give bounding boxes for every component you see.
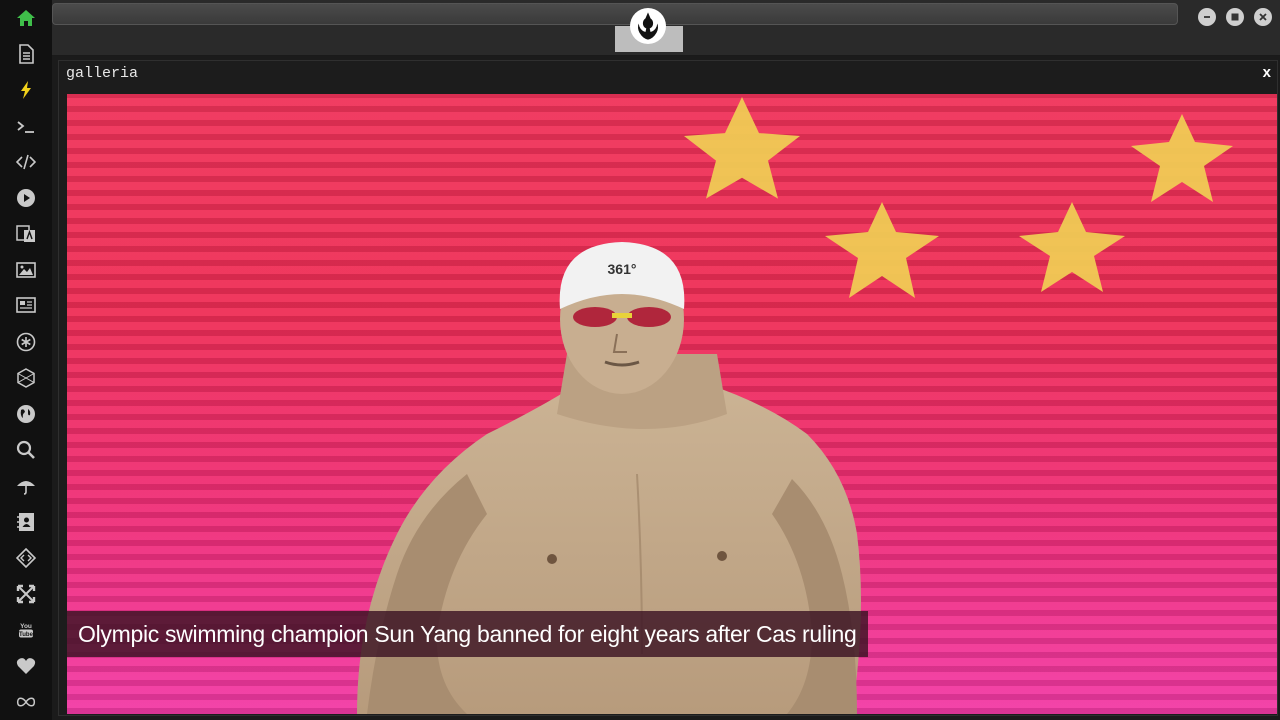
- home-icon[interactable]: [10, 4, 42, 32]
- image-caption: Olympic swimming champion Sun Yang banne…: [67, 611, 868, 657]
- expand-icon[interactable]: [10, 580, 42, 608]
- infinity-icon[interactable]: [10, 688, 42, 716]
- play-icon[interactable]: [10, 184, 42, 212]
- rebel-alliance-icon: [630, 8, 666, 44]
- heart-icon[interactable]: [10, 652, 42, 680]
- search-icon[interactable]: [10, 436, 42, 464]
- panel-close-button[interactable]: x: [1263, 64, 1271, 82]
- sidebar: You Tube: [0, 0, 52, 720]
- minimize-button[interactable]: [1198, 8, 1216, 26]
- close-window-button[interactable]: [1254, 8, 1272, 26]
- translate-icon[interactable]: [10, 220, 42, 248]
- svg-text:361°: 361°: [608, 261, 637, 277]
- asterisk-icon[interactable]: [10, 328, 42, 356]
- svg-text:Tube: Tube: [19, 632, 34, 638]
- tag-code-icon[interactable]: [10, 544, 42, 572]
- lightning-icon[interactable]: [10, 76, 42, 104]
- panel-title: galleria: [66, 65, 139, 82]
- gallery-image[interactable]: 361° Olympic swimming champion Sun Yang …: [67, 94, 1277, 714]
- svg-text:You: You: [20, 623, 32, 630]
- terminal-icon[interactable]: [10, 113, 42, 141]
- umbrella-icon[interactable]: [10, 472, 42, 500]
- galleria-panel: galleria x 361° Olympic swimming champio…: [58, 60, 1278, 716]
- code-icon[interactable]: [10, 148, 42, 176]
- top-bar: [52, 0, 1280, 56]
- contacts-icon[interactable]: [10, 508, 42, 536]
- youtube-icon[interactable]: You Tube: [10, 616, 42, 644]
- hexagon-icon[interactable]: [10, 364, 42, 392]
- document-icon[interactable]: [10, 40, 42, 68]
- address-bar[interactable]: [52, 3, 1178, 25]
- image-icon[interactable]: [10, 256, 42, 284]
- maximize-button[interactable]: [1226, 8, 1244, 26]
- newspaper-icon[interactable]: [10, 291, 42, 319]
- globe-icon[interactable]: [10, 400, 42, 428]
